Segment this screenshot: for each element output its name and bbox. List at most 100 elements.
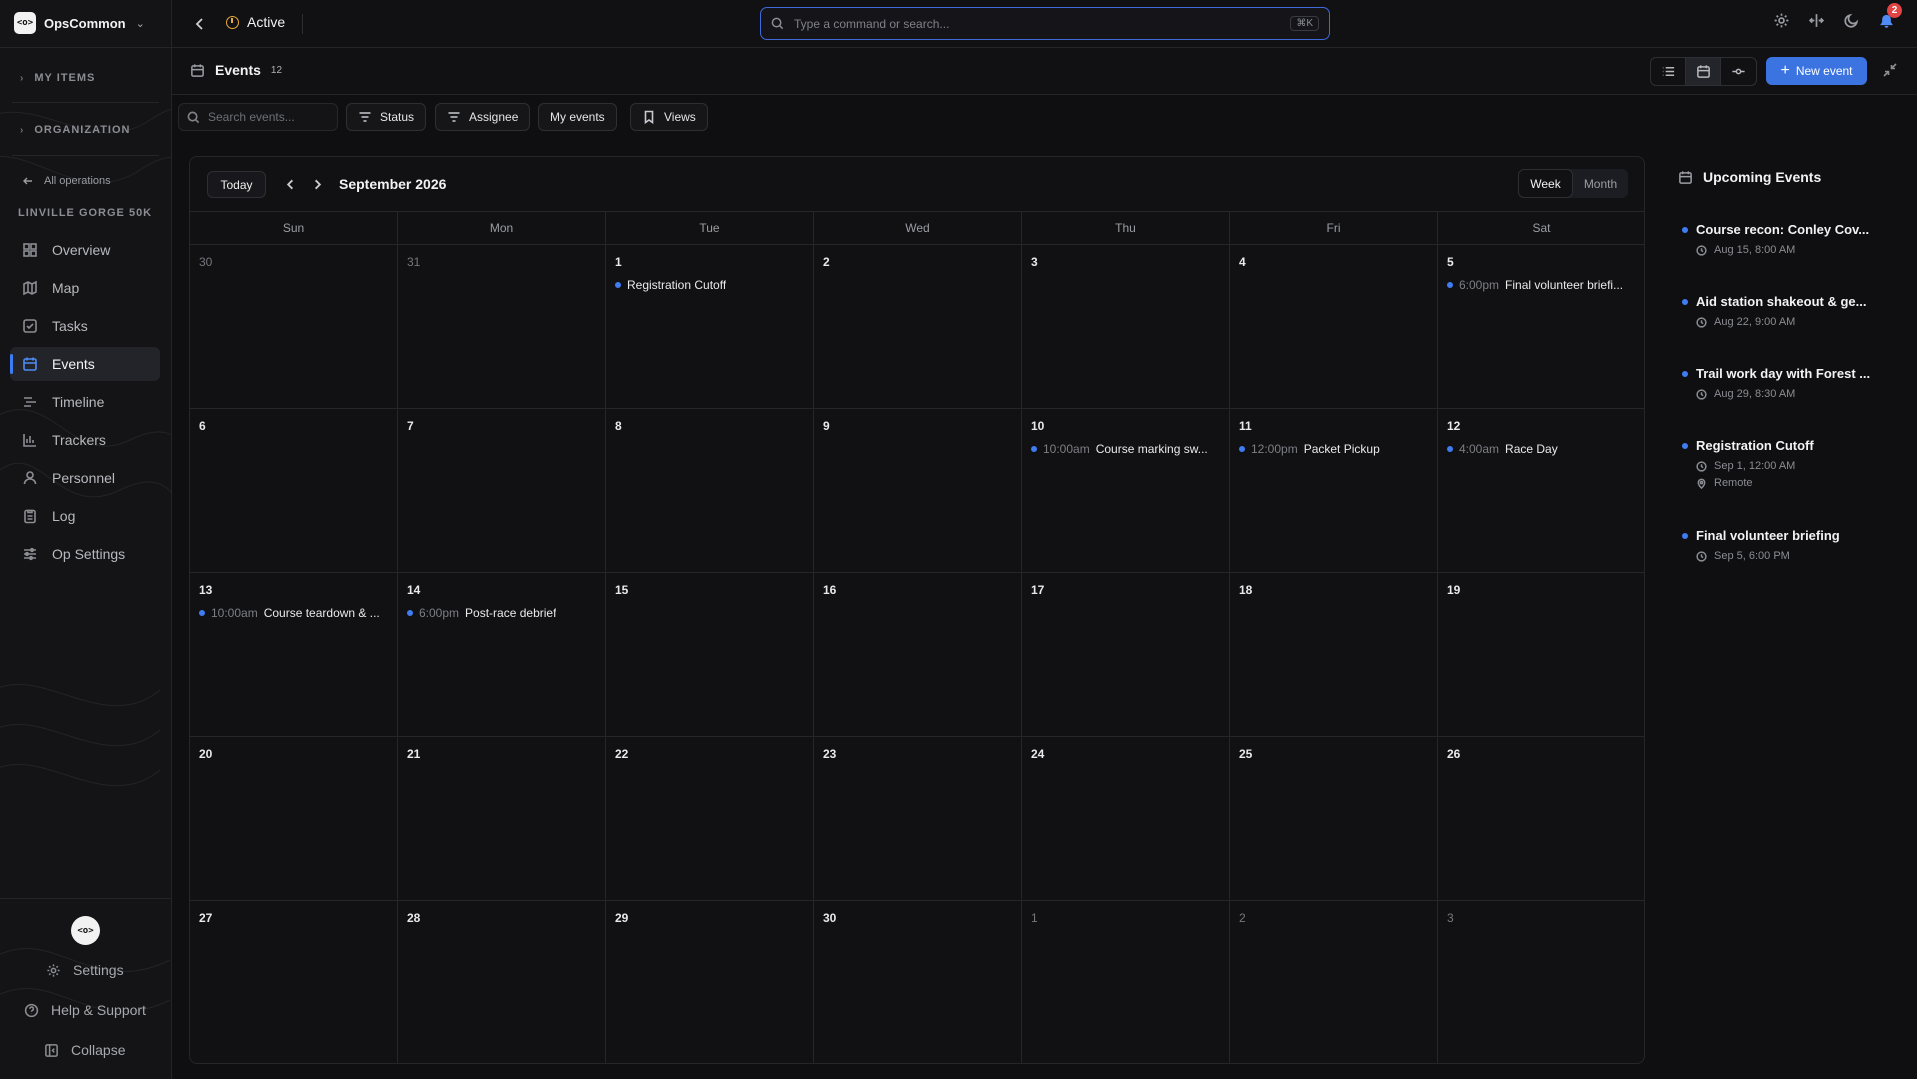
calendar-day-cell[interactable]: 17 <box>1022 573 1230 737</box>
minimize-button[interactable] <box>1882 62 1900 80</box>
upcoming-event-item[interactable]: Aid station shakeout & ge... Aug 22, 9:00… <box>1682 294 1892 328</box>
calendar-panel: Today September 2026 Week Month Sun Mon Tu… <box>189 156 1645 1064</box>
prev-month-button[interactable] <box>279 173 301 195</box>
operation-status[interactable]: Active <box>226 14 285 30</box>
calendar-event[interactable]: 4:00am Race Day <box>1447 442 1637 456</box>
calendar-day-cell[interactable]: 25 <box>1230 737 1438 901</box>
calendar-day-cell[interactable]: 24 <box>1022 737 1230 901</box>
section-organization[interactable]: › ORGANIZATION <box>20 124 130 136</box>
event-title: Course marking sw... <box>1095 442 1208 456</box>
nav-item-personnel[interactable]: Personnel <box>10 461 160 495</box>
calendar-day-cell[interactable]: 3 <box>1022 245 1230 409</box>
command-search-input[interactable]: Type a command or search... ⌘K <box>760 7 1330 40</box>
calendar-day-cell[interactable]: 12 4:00am Race Day <box>1438 409 1644 573</box>
calendar-icon <box>1679 170 1692 184</box>
assignee-filter-button[interactable]: Assignee <box>435 103 531 131</box>
calendar-day-cell[interactable]: 15 <box>606 573 814 737</box>
calendar-event[interactable]: 10:00am Course teardown & ... <box>199 606 389 620</box>
new-event-label: New event <box>1795 64 1853 78</box>
calendar-view-button[interactable] <box>1686 58 1721 85</box>
calendar-day-cell[interactable]: 18 <box>1230 573 1438 737</box>
calendar-day-cell[interactable]: 3 <box>1438 901 1644 1063</box>
calendar-day-cell[interactable]: 31 <box>398 245 606 409</box>
calendar-day-cell[interactable]: 30 <box>190 245 398 409</box>
upcoming-event-item[interactable]: Trail work day with Forest ... Aug 29, 8:… <box>1682 366 1892 400</box>
calendar-day-cell[interactable]: 7 <box>398 409 606 573</box>
next-month-button[interactable] <box>306 173 328 195</box>
person-icon <box>23 471 37 485</box>
nav-item-map[interactable]: Map <box>10 271 160 305</box>
search-events-input[interactable]: Search events... <box>178 103 338 131</box>
back-button[interactable] <box>190 14 210 34</box>
day-number: 31 <box>407 255 421 269</box>
help-support-link[interactable]: Help & Support <box>24 1002 146 1018</box>
calendar-day-cell[interactable]: 4 <box>1230 245 1438 409</box>
notifications-button[interactable]: 2 <box>1878 3 1902 29</box>
split-view-icon[interactable] <box>1808 12 1825 29</box>
gear-icon[interactable] <box>1773 12 1790 29</box>
calendar-day-cell[interactable]: 1 <box>1022 901 1230 1063</box>
calendar-day-cell[interactable]: 8 <box>606 409 814 573</box>
event-count: 12 <box>270 64 283 76</box>
nav-item-events[interactable]: Events <box>10 347 160 381</box>
my-events-button[interactable]: My events <box>538 103 617 131</box>
upcoming-event-item[interactable]: Final volunteer briefing Sep 5, 6:00 PM <box>1682 528 1892 562</box>
calendar-event[interactable]: 12:00pm Packet Pickup <box>1239 442 1429 456</box>
calendar-day-cell[interactable]: 10 10:00am Course marking sw... <box>1022 409 1230 573</box>
calendar-day-cell[interactable]: 30 <box>814 901 1022 1063</box>
event-dot-icon <box>199 610 205 616</box>
nav-item-trackers[interactable]: Trackers <box>10 423 160 457</box>
calendar-event[interactable]: 6:00pm Post-race debrief <box>407 606 597 620</box>
status-filter-button[interactable]: Status <box>346 103 427 131</box>
calendar-day-cell[interactable]: 2 <box>1230 901 1438 1063</box>
calendar-day-cell[interactable]: 21 <box>398 737 606 901</box>
org-switcher[interactable]: <o> OpsCommon ⌄ <box>14 12 145 34</box>
views-button[interactable]: Views <box>630 103 708 131</box>
section-my-items[interactable]: › MY ITEMS <box>20 72 95 84</box>
calendar-event[interactable]: 10:00am Course marking sw... <box>1031 442 1221 456</box>
calendar-day-cell[interactable]: 20 <box>190 737 398 901</box>
location-pin-icon <box>1697 478 1706 489</box>
nav-item-op-settings[interactable]: Op Settings <box>10 537 160 571</box>
new-event-button[interactable]: + New event <box>1766 57 1867 85</box>
calendar-day-cell[interactable]: 28 <box>398 901 606 1063</box>
upcoming-event-item[interactable]: Registration Cutoff Sep 1, 12:00 AM Remote <box>1682 438 1892 489</box>
plus-icon: + <box>1780 62 1790 79</box>
upcoming-event-item[interactable]: Course recon: Conley Cov... Aug 15, 8:00 … <box>1682 222 1892 256</box>
calendar-event[interactable]: 6:00pm Final volunteer briefi... <box>1447 278 1637 292</box>
calendar-day-cell[interactable]: 1 Registration Cutoff <box>606 245 814 409</box>
calendar-day-cell[interactable]: 2 <box>814 245 1022 409</box>
day-number: 12 <box>1447 419 1461 433</box>
nav-item-overview[interactable]: Overview <box>10 233 160 267</box>
user-avatar[interactable]: <o> <box>71 916 100 945</box>
calendar-day-cell[interactable]: 9 <box>814 409 1022 573</box>
settings-link[interactable]: Settings <box>46 962 124 978</box>
collapse-sidebar-button[interactable]: Collapse <box>44 1042 125 1058</box>
month-title: September 2026 <box>339 176 447 192</box>
calendar-day-cell[interactable]: 27 <box>190 901 398 1063</box>
calendar-day-cell[interactable]: 5 6:00pm Final volunteer briefi... <box>1438 245 1644 409</box>
nav-item-timeline[interactable]: Timeline <box>10 385 160 419</box>
calendar-day-cell[interactable]: 6 <box>190 409 398 573</box>
calendar-day-cell[interactable]: 16 <box>814 573 1022 737</box>
calendar-day-cell[interactable]: 14 6:00pm Post-race debrief <box>398 573 606 737</box>
calendar-day-cell[interactable]: 11 12:00pm Packet Pickup <box>1230 409 1438 573</box>
week-view-button[interactable]: Week <box>1518 169 1573 198</box>
calendar-day-cell[interactable]: 19 <box>1438 573 1644 737</box>
nav-item-tasks[interactable]: Tasks <box>10 309 160 343</box>
today-button[interactable]: Today <box>207 171 266 198</box>
calendar-day-cell[interactable]: 23 <box>814 737 1022 901</box>
calendar-day-cell[interactable]: 13 10:00am Course teardown & ... <box>190 573 398 737</box>
calendar-day-cell[interactable]: 29 <box>606 901 814 1063</box>
calendar-day-cell[interactable]: 22 <box>606 737 814 901</box>
chevron-left-icon <box>195 18 203 30</box>
timeline-view-button[interactable] <box>1721 58 1756 85</box>
day-number: 30 <box>823 911 837 925</box>
calendar-day-cell[interactable]: 26 <box>1438 737 1644 901</box>
moon-icon[interactable] <box>1843 12 1860 29</box>
list-view-button[interactable] <box>1651 58 1686 85</box>
month-view-button[interactable]: Month <box>1573 169 1628 198</box>
all-operations-link[interactable]: All operations <box>22 175 111 187</box>
nav-item-log[interactable]: Log <box>10 499 160 533</box>
calendar-event[interactable]: Registration Cutoff <box>615 278 805 292</box>
